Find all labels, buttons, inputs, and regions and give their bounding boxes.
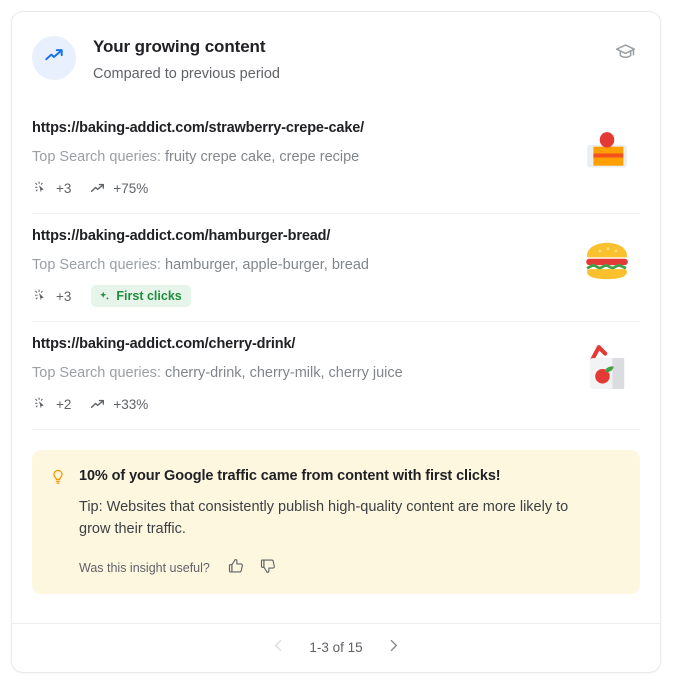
trending-up-badge [32,36,76,80]
list-item-main: https://baking-addict.com/strawberry-cre… [32,116,558,199]
status-badge-first-clicks[interactable]: First clicks [91,285,191,307]
insight-headline: 10% of your Google traffic came from con… [79,468,501,484]
chevron-left-icon [270,637,287,659]
page-url-link[interactable]: https://baking-addict.com/cherry-drink/ [32,334,558,354]
metric-trend: +75% [89,180,148,197]
thumb-down-icon [259,557,277,580]
thumb-up-button[interactable] [224,556,248,580]
top-queries: Top Search queries: cherry-drink, cherry… [32,363,558,383]
header-text-block: Your growing content Compared to previou… [93,34,280,84]
trend-value: +75% [113,180,149,196]
page-subtitle: Compared to previous period [93,66,280,82]
growing-content-card: Your growing content Compared to previou… [11,11,661,673]
list-item-main: https://baking-addict.com/hamburger-brea… [32,224,558,307]
top-queries-values: cherry-drink, cherry-milk, cherry juice [165,365,403,381]
insight-headline-row: 10% of your Google traffic came from con… [48,466,622,487]
first-clicks-cursor-icon [32,288,49,305]
thumbnail-juice-box [574,336,640,402]
top-queries-values: fruity crepe cake, crepe recipe [165,149,360,165]
first-clicks-cursor-icon [32,180,49,197]
first-clicks-value: +3 [56,180,72,196]
trending-up-icon [89,396,106,413]
list-item[interactable]: https://baking-addict.com/cherry-drink/ … [32,322,640,430]
top-queries: Top Search queries: hamburger, apple-bur… [32,255,558,275]
metric-trend: +33% [89,396,148,413]
card-header: Your growing content Compared to previou… [12,12,660,84]
top-queries: Top Search queries: fruity crepe cake, c… [32,147,558,167]
top-queries-values: hamburger, apple-burger, bread [165,257,369,273]
page-url-link[interactable]: https://baking-addict.com/hamburger-brea… [32,226,558,246]
trending-up-icon [89,180,106,197]
first-clicks-value: +3 [56,288,72,304]
thumb-down-button[interactable] [256,556,280,580]
insight-banner: 10% of your Google traffic came from con… [32,450,640,594]
first-clicks-value: +2 [56,396,72,412]
sparkle-icon [98,290,111,303]
next-page-button[interactable] [379,633,409,663]
thumb-up-icon [227,557,245,580]
metrics-row: +3 +75% [32,177,558,199]
content-list: https://baking-addict.com/strawberry-cre… [12,106,660,430]
insight-tip: Tip: Websites that consistently publish … [79,499,569,537]
feedback-question: Was this insight useful? [79,561,210,575]
metrics-row: +3 First clicks [32,285,558,307]
metric-first-clicks: +2 [32,396,71,413]
insight-feedback-row: Was this insight useful? [79,556,622,580]
pagination-footer: 1-3 of 15 [12,623,660,672]
list-item[interactable]: https://baking-addict.com/hamburger-brea… [32,214,640,322]
graduation-cap-icon [614,41,637,69]
page-title: Your growing content [93,37,266,56]
pagination-range: 1-3 of 15 [309,640,363,655]
list-item-main: https://baking-addict.com/cherry-drink/ … [32,332,558,415]
trending-up-icon [43,45,65,72]
metric-first-clicks: +3 [32,180,71,197]
trend-value: +33% [113,396,149,412]
top-queries-label: Top Search queries: [32,365,161,381]
chevron-right-icon [385,637,402,659]
metrics-row: +2 +33% [32,393,558,415]
lightbulb-icon [48,467,68,487]
previous-page-button[interactable] [263,633,293,663]
thumbnail-hamburger [574,228,640,294]
first-clicks-cursor-icon [32,396,49,413]
graduation-cap-button[interactable] [612,42,638,68]
top-queries-label: Top Search queries: [32,257,161,273]
metric-first-clicks: +3 [32,288,71,305]
status-badge-label: First clicks [116,289,182,303]
list-item[interactable]: https://baking-addict.com/strawberry-cre… [32,106,640,214]
top-queries-label: Top Search queries: [32,149,161,165]
thumbnail-cake-slice [574,120,640,186]
page-url-link[interactable]: https://baking-addict.com/strawberry-cre… [32,118,558,138]
